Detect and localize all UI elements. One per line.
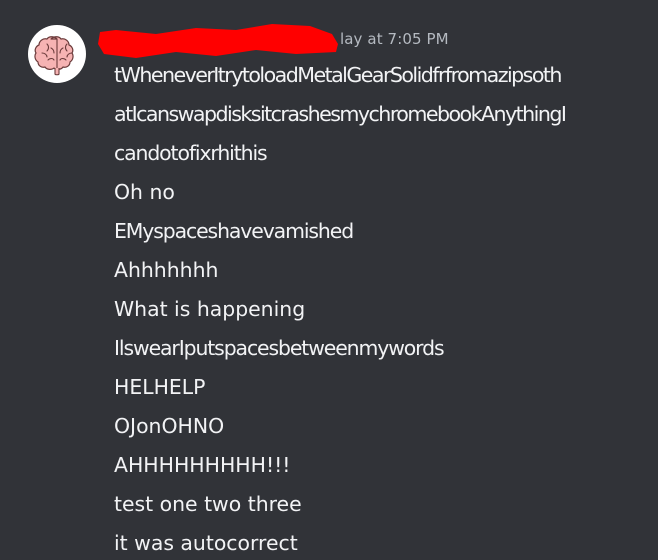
message-line: test one two three	[114, 492, 302, 516]
message-line: What is happening	[114, 297, 306, 321]
message-line: atIcanswapdisksitcrashesmychromebookAnyt…	[114, 102, 567, 126]
brain-icon	[34, 36, 74, 76]
message-line: OJonOHNO	[114, 414, 225, 438]
message-line: Oh no	[114, 180, 175, 204]
message-timestamp: lay at 7:05 PM	[340, 30, 449, 48]
user-avatar[interactable]	[28, 25, 86, 83]
message-line: EMyspaceshavevamished	[114, 219, 354, 243]
message-line: IlswearIputspacesbetweenmywords	[114, 336, 445, 360]
message-lines: tWheneverItrytoloadMetalGearSolidfrfroma…	[114, 56, 650, 560]
message-line: HELHELP	[114, 375, 206, 399]
message-line: AHHHHHHHHH!!!	[114, 453, 291, 477]
message-line: Ahhhhhhh	[114, 258, 219, 282]
message-line: tWheneverItrytoloadMetalGearSolidfrfroma…	[114, 63, 562, 87]
message-line: candotofixrhithis	[114, 141, 268, 165]
message-line: it was autocorrect	[114, 531, 298, 555]
